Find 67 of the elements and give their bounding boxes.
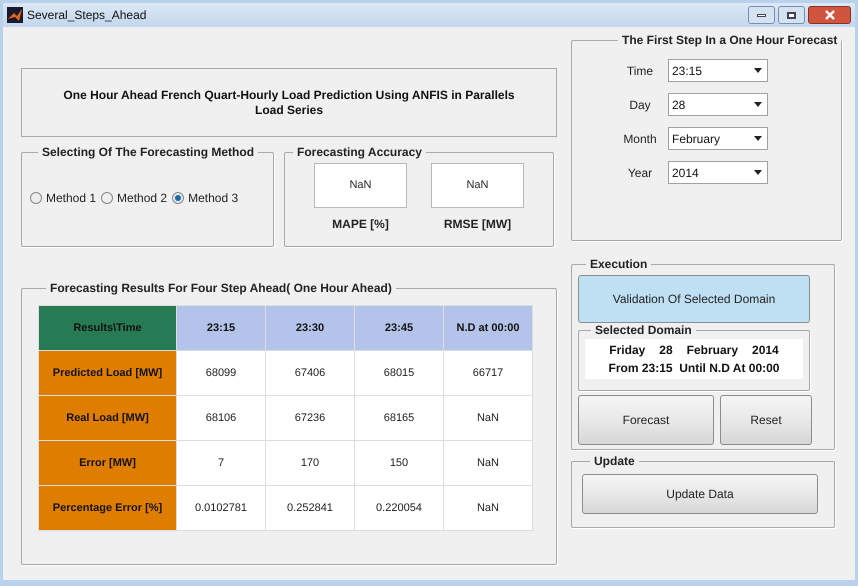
- close-icon: [824, 10, 834, 20]
- action-button[interactable]: Reset: [720, 395, 812, 445]
- table-corner-cell: Results\Time: [38, 306, 176, 350]
- table-cell: NaN: [444, 486, 532, 530]
- metric-value-field: NaN: [314, 163, 407, 208]
- caret-icon: [754, 68, 762, 73]
- table-cell: 7: [176, 440, 266, 486]
- row-header: Real Load [MW]: [38, 396, 176, 440]
- row-header: Error [MW]: [38, 440, 176, 486]
- table-cell: 67236: [266, 396, 354, 440]
- table-cell: 67406: [266, 350, 354, 396]
- table-cell: 0.252841: [266, 486, 354, 530]
- table-cell: 170: [266, 440, 354, 486]
- table-cell: 0.0102781: [176, 486, 266, 530]
- column-header: 23:30: [266, 306, 354, 350]
- table-cell: 150: [354, 440, 444, 486]
- field-label: Year: [626, 164, 654, 182]
- caret-icon: [754, 102, 762, 107]
- caret-icon: [754, 170, 762, 175]
- column-header: 23:15: [176, 306, 266, 350]
- action-button[interactable]: Forecast: [578, 395, 714, 445]
- group-title: The First Step In a One Hour Forecast: [621, 32, 838, 49]
- heading-text: One Hour Ahead French Quart-Hourly Load Prediction Using ANFIS in Parallels Load Series: [62, 88, 516, 118]
- row-header: Percentage Error [%]: [38, 486, 176, 530]
- group-title: Selecting Of The Forecasting Method: [41, 144, 256, 161]
- method-radio[interactable]: Method 1: [30, 188, 96, 206]
- metric-label: MAPE [%]: [332, 216, 389, 233]
- method-radio[interactable]: Method 3: [172, 188, 238, 206]
- close-button[interactable]: [808, 6, 851, 24]
- table-cell: 68015: [354, 350, 444, 396]
- metric-label: RMSE [MW]: [444, 216, 512, 233]
- domain-date-part: 2014: [752, 342, 779, 359]
- metric-value-field: NaN: [431, 163, 524, 208]
- field-label: Time: [626, 62, 654, 80]
- table-cell: 68106: [176, 396, 266, 440]
- domain-date-part: February: [686, 342, 738, 359]
- group-title: Selected Domain: [594, 322, 693, 339]
- table-cell: 68099: [176, 350, 266, 396]
- dropdown[interactable]: 2014: [668, 161, 768, 184]
- domain-range: From 23:15 Until N.D At 00:00: [608, 360, 780, 377]
- group-title: Forecasting Accuracy: [296, 144, 423, 161]
- window-title: Several_Steps_Ahead: [27, 7, 146, 24]
- row-header: Predicted Load [MW]: [38, 350, 176, 396]
- table-cell: 66717: [444, 350, 532, 396]
- update-data-button[interactable]: Update Data: [582, 474, 818, 514]
- maximize-button[interactable]: [778, 6, 805, 24]
- group-title: Update: [593, 453, 636, 470]
- minimize-button[interactable]: [748, 6, 775, 24]
- table-cell: 0.220054: [354, 486, 444, 530]
- table-cell: NaN: [444, 396, 532, 440]
- dropdown[interactable]: 28: [668, 93, 768, 116]
- group-title: Forecasting Results For Four Step Ahead( One Hour Ahead): [49, 280, 393, 297]
- field-label: Day: [628, 96, 652, 114]
- domain-date-part: 28: [659, 342, 673, 359]
- group-title: Execution: [589, 256, 648, 273]
- column-header: 23:45: [354, 306, 444, 350]
- dropdown[interactable]: February: [668, 127, 768, 150]
- table-cell: NaN: [444, 440, 532, 486]
- field-label: Month: [622, 130, 658, 148]
- domain-date-part: Friday: [609, 342, 646, 359]
- column-header: N.D at 00:00: [444, 306, 532, 350]
- app-logo-icon: [7, 7, 23, 23]
- method-radio[interactable]: Method 2: [101, 188, 168, 206]
- caret-icon: [754, 136, 762, 141]
- table-cell: 68165: [354, 396, 444, 440]
- validate-button[interactable]: Validation Of Selected Domain: [578, 275, 810, 323]
- dropdown[interactable]: 23:15: [668, 59, 768, 82]
